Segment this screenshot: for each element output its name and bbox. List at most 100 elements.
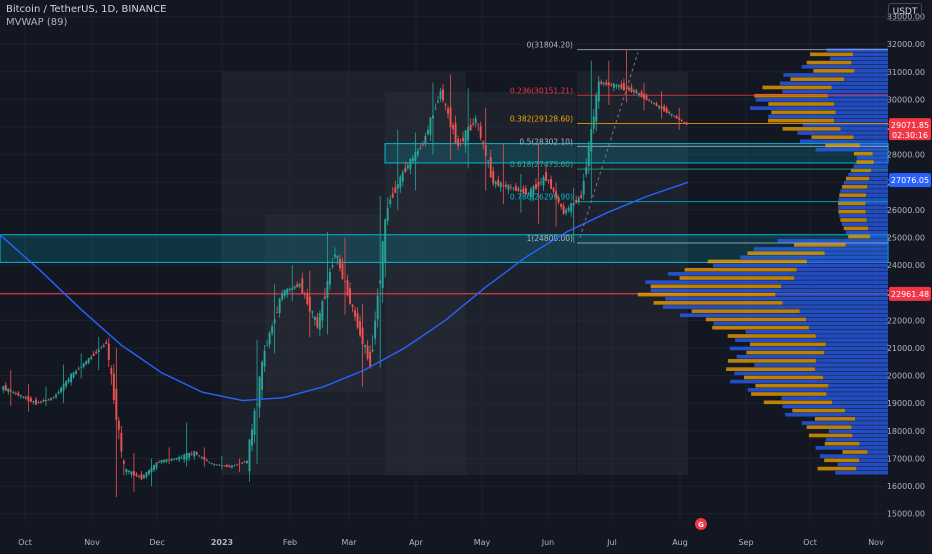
fib-label: 0.5(28302.10) xyxy=(519,137,573,146)
candle-body xyxy=(185,453,188,460)
candle-body xyxy=(442,89,444,101)
volume-bar-b xyxy=(851,60,888,65)
candle-body xyxy=(630,87,633,92)
volume-bar-a xyxy=(856,156,874,160)
candle-body xyxy=(75,370,78,374)
volume-bar-b xyxy=(819,354,888,359)
candle-body xyxy=(251,429,253,446)
x-tick-label: Feb xyxy=(283,538,297,547)
candle-body xyxy=(643,93,645,99)
candle-body xyxy=(555,191,558,198)
volume-bar-b xyxy=(840,89,888,94)
candle-body xyxy=(416,150,419,155)
candle-body xyxy=(316,317,319,328)
volume-bar-a xyxy=(839,193,867,197)
volume-bar-a xyxy=(705,317,807,322)
fib-label: 0.382(29128.60) xyxy=(510,114,573,123)
volume-bar-a xyxy=(840,218,867,222)
volume-bar-b xyxy=(824,350,888,355)
volume-bar-b xyxy=(815,367,888,371)
candle-body xyxy=(331,265,334,267)
candle-body xyxy=(489,157,492,178)
candle-body xyxy=(359,321,362,336)
chart-svg[interactable]: 0(31804.20) 0.236(30151.21) 0.382(29128.60… xyxy=(0,0,932,550)
candle-body xyxy=(386,208,389,221)
candle-body xyxy=(34,399,37,405)
volume-bar-b xyxy=(872,164,888,168)
candle-body xyxy=(477,124,480,125)
candle-body xyxy=(369,351,372,368)
candle-body xyxy=(464,130,467,146)
volume-bar-b xyxy=(828,383,888,388)
candle-body xyxy=(175,458,178,460)
volume-bar-b xyxy=(852,52,888,57)
chart-container[interactable]: 0(31804.20) 0.236(30151.21) 0.382(29128.60… xyxy=(0,0,932,550)
fib-label: 0.618(27475.60) xyxy=(510,160,573,169)
volume-bar-b xyxy=(865,197,888,202)
volume-bar-b xyxy=(832,400,888,405)
candle-body xyxy=(354,310,357,317)
candle-body xyxy=(205,459,208,461)
candle-body xyxy=(55,394,57,398)
volume-bar-a xyxy=(751,392,827,396)
candle-body xyxy=(364,345,367,348)
y-tick-label: 31000.00 xyxy=(887,68,925,77)
volume-bar-a xyxy=(745,330,824,334)
candle-body xyxy=(261,362,264,390)
candle-body xyxy=(188,453,191,458)
volume-bar-b xyxy=(869,176,888,181)
candle-body xyxy=(472,123,475,125)
volume-bar-a xyxy=(768,102,835,106)
volume-bar-b xyxy=(838,238,888,243)
candle-body xyxy=(218,464,221,466)
x-tick-label: Oct xyxy=(18,538,32,547)
chart-title: Bitcoin / TetherUS, 1D, BINANCE xyxy=(6,4,167,15)
volume-bar-b xyxy=(781,284,888,289)
volume-bar-b xyxy=(818,371,888,376)
candle-body xyxy=(532,186,535,196)
volume-bar-b xyxy=(855,446,888,450)
candle-body xyxy=(457,139,460,147)
volume-bar-a xyxy=(753,247,828,251)
volume-bar-b xyxy=(867,185,888,189)
candle-body xyxy=(87,358,90,363)
candle-body xyxy=(567,207,570,211)
currency-selector[interactable]: USDT xyxy=(888,3,922,21)
candle-body xyxy=(447,108,449,114)
candle-body xyxy=(105,342,108,345)
volume-bar-b xyxy=(786,305,888,309)
volume-bar-b xyxy=(870,172,888,177)
volume-bar-b xyxy=(823,330,888,334)
candle-body xyxy=(492,171,495,184)
volume-bar-a xyxy=(853,164,873,168)
candle-body xyxy=(323,296,326,299)
candle-body xyxy=(17,392,20,396)
candle-body xyxy=(60,387,63,392)
volume-bar-a xyxy=(830,56,862,61)
candle-body xyxy=(587,146,590,167)
volume-bar-b xyxy=(819,338,888,342)
volume-bar-b xyxy=(856,466,888,471)
candle-body xyxy=(148,470,150,475)
volume-bar-b xyxy=(825,342,888,347)
x-tick-label: Oct xyxy=(803,538,817,547)
candle-body xyxy=(143,475,145,478)
candle-body xyxy=(519,190,522,192)
volume-bar-b xyxy=(870,234,888,239)
candle-body xyxy=(198,455,201,457)
volume-bar-a xyxy=(763,400,833,405)
volume-bar-b xyxy=(794,276,888,280)
candle-body xyxy=(286,288,289,295)
volume-bar-b xyxy=(865,201,888,206)
volume-bar-a xyxy=(727,359,816,363)
candle-body xyxy=(469,124,472,131)
candle-body xyxy=(680,119,683,121)
candle-body xyxy=(230,465,233,468)
y-tick-label: 20000.00 xyxy=(887,372,925,381)
candle-body xyxy=(668,111,671,114)
candle-body xyxy=(396,184,399,189)
candle-body xyxy=(535,184,537,189)
candle-body xyxy=(283,289,286,296)
volume-bar-a xyxy=(838,197,866,202)
candle-body xyxy=(379,280,382,284)
